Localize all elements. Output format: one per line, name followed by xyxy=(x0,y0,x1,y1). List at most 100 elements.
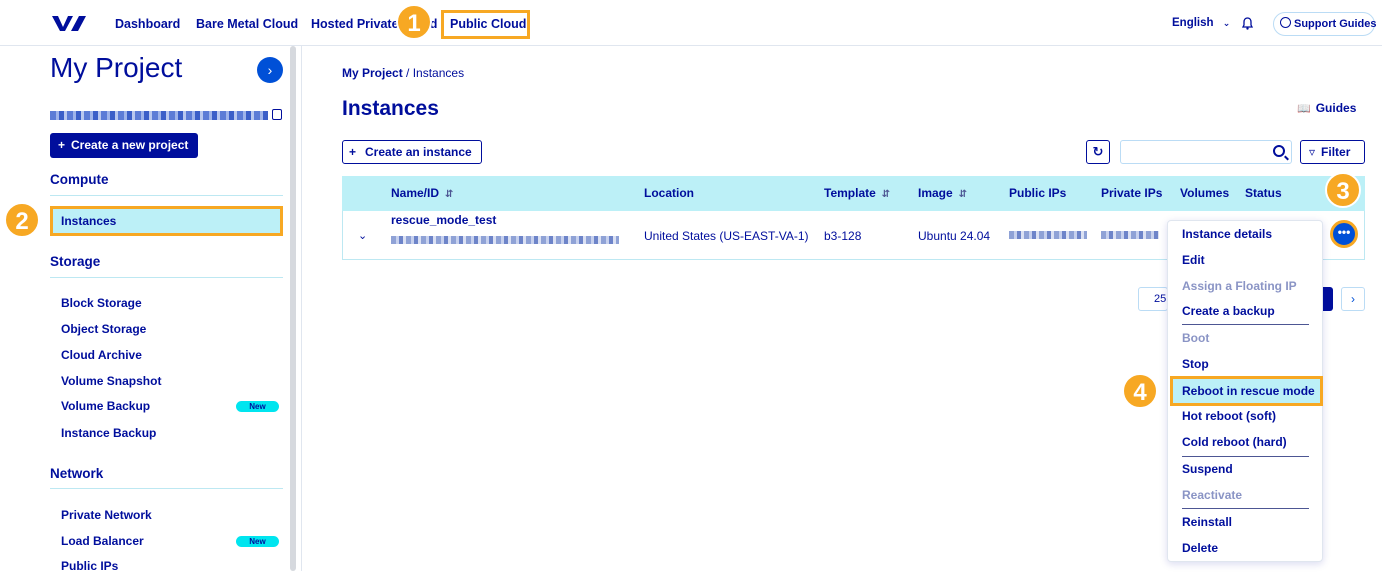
section-network: Network xyxy=(50,466,104,481)
column-location: Location xyxy=(644,186,694,200)
sidebar-scrollbar[interactable] xyxy=(290,46,296,571)
step-badge-1: 1 xyxy=(396,4,432,40)
create-instance-button[interactable]: + Create an instance xyxy=(342,140,482,164)
sort-icon[interactable]: ⇵ xyxy=(445,189,453,200)
menu-item-reactivate: Reactivate xyxy=(1182,488,1243,502)
new-badge: New xyxy=(236,536,279,547)
breadcrumb: My Project / Instances xyxy=(342,66,464,80)
instance-name-link[interactable]: rescue_mode_test xyxy=(391,213,496,227)
instance-template: b3-128 xyxy=(824,229,862,243)
column-volumes: Volumes xyxy=(1180,186,1230,200)
language-selector[interactable]: English ⌄ xyxy=(1172,17,1230,29)
instance-id-redacted xyxy=(391,236,619,244)
sidebar-item-object-storage[interactable]: Object Storage xyxy=(61,322,146,336)
page-size-select[interactable]: 25 xyxy=(1138,287,1168,311)
menu-item-create-backup[interactable]: Create a backup xyxy=(1182,304,1275,318)
menu-divider xyxy=(1182,324,1309,325)
plus-icon: + xyxy=(58,138,66,152)
chevron-down-icon: ⌄ xyxy=(1222,18,1231,28)
chevron-down-icon[interactable]: ⌄ xyxy=(358,229,367,242)
section-compute: Compute xyxy=(50,172,109,187)
create-project-button[interactable]: + Create a new project xyxy=(50,133,198,158)
instance-image: Ubuntu 24.04 xyxy=(918,229,991,243)
step-badge-3: 3 xyxy=(1325,172,1361,208)
copy-icon[interactable] xyxy=(272,109,282,120)
step-badge-4: 4 xyxy=(1122,373,1158,409)
menu-item-hot-reboot[interactable]: Hot reboot (soft) xyxy=(1182,409,1276,423)
menu-item-suspend[interactable]: Suspend xyxy=(1182,462,1233,476)
sidebar-item-private-network[interactable]: Private Network xyxy=(61,508,152,522)
sidebar-item-instance-backup[interactable]: Instance Backup xyxy=(61,426,156,440)
search-icon[interactable] xyxy=(1273,145,1285,157)
sort-icon[interactable]: ⇵ xyxy=(882,189,890,200)
menu-divider xyxy=(1182,508,1309,509)
chevron-right-icon[interactable]: › xyxy=(1341,287,1365,311)
page-title: Instances xyxy=(342,97,439,120)
instance-location: United States (US-EAST-VA-1) xyxy=(644,229,809,243)
plus-icon: + xyxy=(349,145,357,159)
column-private-ips: Private IPs xyxy=(1101,186,1163,200)
project-title: My Project xyxy=(50,52,183,83)
menu-item-boot: Boot xyxy=(1182,331,1210,345)
sidebar-item-volume-backup[interactable]: Volume Backup xyxy=(61,399,150,413)
bell-icon[interactable] xyxy=(1242,17,1253,30)
section-divider xyxy=(50,277,283,278)
search-input[interactable] xyxy=(1120,140,1292,164)
nav-bare-metal-cloud[interactable]: Bare Metal Cloud xyxy=(196,17,298,31)
menu-divider xyxy=(1182,456,1309,457)
create-project-label: Create a new project xyxy=(71,138,189,152)
help-circle-icon xyxy=(1280,17,1291,28)
sidebar-item-cloud-archive[interactable]: Cloud Archive xyxy=(61,348,142,362)
section-divider xyxy=(50,488,283,489)
menu-item-cold-reboot[interactable]: Cold reboot (hard) xyxy=(1182,435,1287,449)
book-icon: 📖 xyxy=(1297,103,1311,115)
chevron-right-icon[interactable]: › xyxy=(257,57,283,83)
nav-dashboard[interactable]: Dashboard xyxy=(115,17,180,31)
column-label: Image xyxy=(918,186,953,200)
guides-label: Guides xyxy=(1315,101,1357,115)
breadcrumb-separator: / xyxy=(406,66,410,80)
menu-item-reinstall[interactable]: Reinstall xyxy=(1182,515,1232,529)
sidebar xyxy=(0,46,296,571)
column-status: Status xyxy=(1245,186,1282,200)
column-label: Name/ID xyxy=(391,186,440,200)
create-instance-label: Create an instance xyxy=(365,145,472,159)
breadcrumb-project[interactable]: My Project xyxy=(342,66,403,80)
breadcrumb-current: Instances xyxy=(412,66,465,80)
column-template[interactable]: Template ⇵ xyxy=(824,186,890,200)
ovh-logo-icon[interactable] xyxy=(52,14,86,32)
sidebar-item-load-balancer[interactable]: Load Balancer xyxy=(61,534,144,548)
more-actions-icon[interactable]: ••• xyxy=(1330,220,1358,248)
filter-icon: ▿ xyxy=(1309,145,1316,159)
sidebar-item-label: Instances xyxy=(61,214,117,228)
column-image[interactable]: Image ⇵ xyxy=(918,186,967,200)
language-label: English xyxy=(1172,17,1214,29)
filter-button[interactable]: ▿ Filter xyxy=(1300,140,1365,164)
sidebar-item-volume-snapshot[interactable]: Volume Snapshot xyxy=(61,374,161,388)
menu-item-edit[interactable]: Edit xyxy=(1182,253,1205,267)
menu-item-stop[interactable]: Stop xyxy=(1182,357,1209,371)
public-ip-redacted xyxy=(1009,231,1087,239)
sidebar-item-block-storage[interactable]: Block Storage xyxy=(61,296,142,310)
support-guides-label: Support Guides xyxy=(1294,18,1377,30)
menu-item-assign-floating-ip: Assign a Floating IP xyxy=(1182,279,1297,293)
column-label: Template xyxy=(824,186,876,200)
guides-link[interactable]: 📖 Guides xyxy=(1297,101,1356,115)
filter-label: Filter xyxy=(1321,145,1351,159)
project-id-redacted xyxy=(50,111,268,120)
sort-icon[interactable]: ⇵ xyxy=(959,189,967,200)
column-name-id[interactable]: Name/ID ⇵ xyxy=(391,186,453,200)
refresh-icon[interactable]: ↻ xyxy=(1086,140,1110,164)
section-divider xyxy=(50,195,283,196)
sidebar-divider xyxy=(301,46,302,571)
menu-item-delete[interactable]: Delete xyxy=(1182,541,1218,555)
menu-item-reboot-rescue-mode[interactable]: Reboot in rescue mode xyxy=(1182,384,1315,398)
private-ip-redacted xyxy=(1101,231,1159,239)
support-guides-button[interactable]: Support Guides xyxy=(1273,12,1377,36)
step-badge-2: 2 xyxy=(4,202,40,238)
column-public-ips: Public IPs xyxy=(1009,186,1067,200)
nav-public-cloud[interactable]: Public Cloud xyxy=(450,17,526,31)
new-badge: New xyxy=(236,401,279,412)
section-storage: Storage xyxy=(50,254,101,269)
menu-item-instance-details[interactable]: Instance details xyxy=(1182,227,1272,241)
